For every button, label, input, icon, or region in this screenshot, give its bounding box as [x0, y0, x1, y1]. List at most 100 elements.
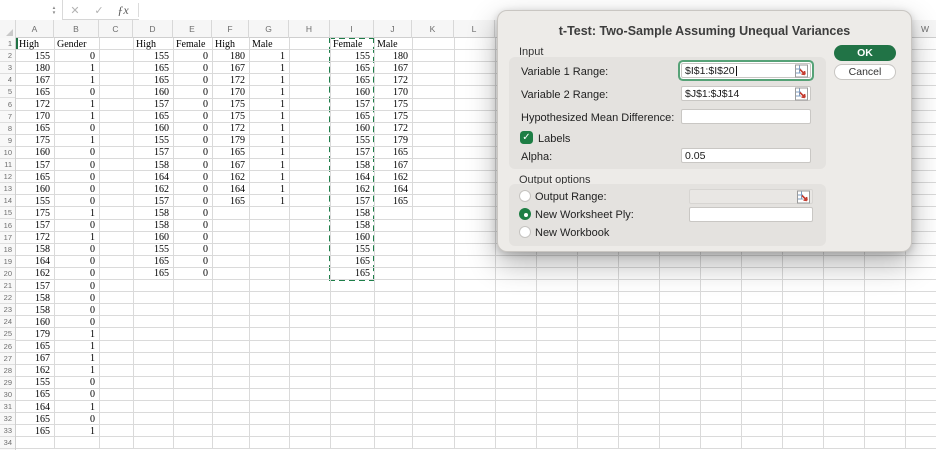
cell-A5[interactable]: 165 [16, 86, 54, 98]
cell-D6[interactable]: 157 [133, 99, 173, 111]
cell-D4[interactable]: 165 [133, 74, 173, 86]
cell-B18[interactable]: 0 [54, 244, 99, 256]
cell-A17[interactable]: 172 [16, 232, 54, 244]
insert-function-icon[interactable]: ƒx [111, 3, 135, 18]
cell-A28[interactable]: 162 [16, 365, 54, 377]
cell-B29[interactable]: 0 [54, 377, 99, 389]
column-header-I[interactable]: I [330, 20, 374, 38]
cell-J6[interactable]: 175 [374, 99, 412, 111]
output-range-radio[interactable] [519, 190, 531, 202]
cell-I5[interactable]: 160 [330, 86, 374, 98]
cell-J9[interactable]: 179 [374, 135, 412, 147]
cell-F13[interactable]: 164 [212, 183, 249, 195]
spinner-down-icon[interactable]: ▼ [49, 10, 59, 15]
cell-G1[interactable]: Male [249, 38, 289, 50]
cell-B27[interactable]: 1 [54, 353, 99, 365]
cell-J8[interactable]: 172 [374, 123, 412, 135]
cell-E17[interactable]: 0 [173, 232, 212, 244]
cell-A20[interactable]: 162 [16, 268, 54, 280]
column-header-J[interactable]: J [374, 20, 412, 38]
cell-G14[interactable]: 1 [249, 195, 289, 207]
cell-I2[interactable]: 155 [330, 50, 374, 62]
cell-B2[interactable]: 0 [54, 50, 99, 62]
cell-I8[interactable]: 160 [330, 123, 374, 135]
cell-J5[interactable]: 170 [374, 86, 412, 98]
cell-E3[interactable]: 0 [173, 62, 212, 74]
cell-B30[interactable]: 0 [54, 389, 99, 401]
cell-B7[interactable]: 1 [54, 111, 99, 123]
cell-F3[interactable]: 167 [212, 62, 249, 74]
cell-I4[interactable]: 165 [330, 74, 374, 86]
cell-B9[interactable]: 1 [54, 135, 99, 147]
column-header-D[interactable]: D [133, 20, 173, 38]
cell-G11[interactable]: 1 [249, 159, 289, 171]
cell-A14[interactable]: 155 [16, 195, 54, 207]
labels-checkbox[interactable]: ✓ [520, 131, 533, 144]
cell-D5[interactable]: 160 [133, 86, 173, 98]
ok-button[interactable]: OK [834, 45, 896, 61]
cell-B33[interactable]: 1 [54, 425, 99, 437]
cell-A23[interactable]: 158 [16, 304, 54, 316]
cell-A7[interactable]: 170 [16, 111, 54, 123]
cell-B32[interactable]: 0 [54, 413, 99, 425]
column-header-K[interactable]: K [412, 20, 454, 38]
cell-D16[interactable]: 158 [133, 220, 173, 232]
cell-J2[interactable]: 180 [374, 50, 412, 62]
cell-E10[interactable]: 0 [173, 147, 212, 159]
cell-J11[interactable]: 167 [374, 159, 412, 171]
cell-B8[interactable]: 0 [54, 123, 99, 135]
cell-A1[interactable]: High [16, 38, 54, 50]
cell-E18[interactable]: 0 [173, 244, 212, 256]
cell-D18[interactable]: 155 [133, 244, 173, 256]
cell-E2[interactable]: 0 [173, 50, 212, 62]
cell-D19[interactable]: 165 [133, 256, 173, 268]
cell-F10[interactable]: 165 [212, 147, 249, 159]
cell-I19[interactable]: 165 [330, 256, 374, 268]
cell-D8[interactable]: 160 [133, 123, 173, 135]
cell-I17[interactable]: 160 [330, 232, 374, 244]
new-worksheet-field[interactable] [689, 207, 813, 222]
cell-A25[interactable]: 179 [16, 328, 54, 340]
cell-B14[interactable]: 0 [54, 195, 99, 207]
cell-D20[interactable]: 165 [133, 268, 173, 280]
cell-D7[interactable]: 165 [133, 111, 173, 123]
cell-D17[interactable]: 160 [133, 232, 173, 244]
name-box-spinner[interactable]: ▲ ▼ [49, 2, 59, 18]
range-selector-icon[interactable] [795, 64, 808, 77]
cell-G7[interactable]: 1 [249, 111, 289, 123]
cell-E7[interactable]: 0 [173, 111, 212, 123]
new-worksheet-radio[interactable] [519, 208, 531, 220]
cell-A21[interactable]: 157 [16, 280, 54, 292]
cell-F11[interactable]: 167 [212, 159, 249, 171]
cell-I16[interactable]: 158 [330, 220, 374, 232]
cell-A32[interactable]: 165 [16, 413, 54, 425]
cell-B26[interactable]: 1 [54, 341, 99, 353]
cell-G12[interactable]: 1 [249, 171, 289, 183]
cell-A15[interactable]: 175 [16, 207, 54, 219]
cell-G9[interactable]: 1 [249, 135, 289, 147]
cell-I14[interactable]: 157 [330, 195, 374, 207]
cancel-button[interactable]: Cancel [834, 64, 896, 80]
cell-I10[interactable]: 157 [330, 147, 374, 159]
cell-G6[interactable]: 1 [249, 99, 289, 111]
cell-J1[interactable]: Male [374, 38, 412, 50]
cell-I18[interactable]: 155 [330, 244, 374, 256]
confirm-entry-icon[interactable]: ✓ [87, 4, 111, 17]
cell-A9[interactable]: 175 [16, 135, 54, 147]
column-header-G[interactable]: G [249, 20, 289, 38]
cell-E1[interactable]: Female [173, 38, 212, 50]
cell-A19[interactable]: 164 [16, 256, 54, 268]
cell-B25[interactable]: 1 [54, 328, 99, 340]
cell-J12[interactable]: 162 [374, 171, 412, 183]
cell-G2[interactable]: 1 [249, 50, 289, 62]
cell-A33[interactable]: 165 [16, 425, 54, 437]
cell-B12[interactable]: 0 [54, 171, 99, 183]
select-all-corner[interactable] [0, 20, 16, 38]
cell-G5[interactable]: 1 [249, 86, 289, 98]
column-header-E[interactable]: E [173, 20, 212, 38]
column-header-C[interactable]: C [99, 20, 133, 38]
cell-A16[interactable]: 157 [16, 220, 54, 232]
variable1-range-field[interactable]: $I$1:$I$20 [681, 63, 811, 78]
cell-B13[interactable]: 0 [54, 183, 99, 195]
cell-D3[interactable]: 165 [133, 62, 173, 74]
